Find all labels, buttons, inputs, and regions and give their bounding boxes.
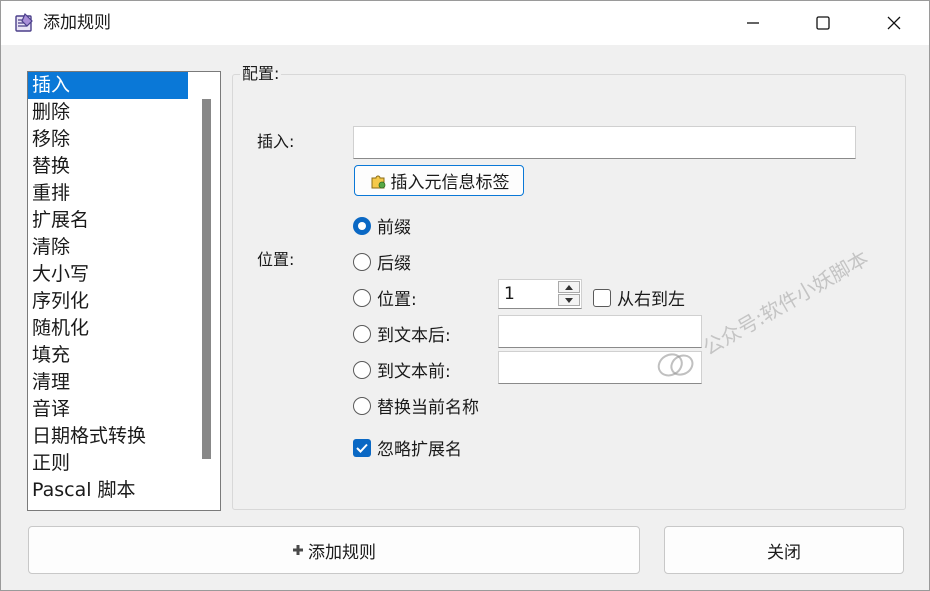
- position-radio[interactable]: [353, 288, 371, 307]
- position-option-label: 位置:: [377, 290, 417, 310]
- rule-list-item[interactable]: Pascal 脚本: [28, 477, 188, 504]
- rule-list-item[interactable]: 扩展名: [28, 207, 188, 234]
- chevron-down-icon: [565, 297, 573, 303]
- rule-list-item[interactable]: 清理: [28, 369, 188, 396]
- rule-list-item[interactable]: 填充: [28, 342, 188, 369]
- option-prefix[interactable]: 前缀: [353, 213, 411, 238]
- window-title: 添加规则: [43, 13, 111, 33]
- add-rule-label: 添加规则: [308, 542, 376, 563]
- spin-down-button[interactable]: [558, 294, 580, 306]
- rule-list-item[interactable]: 重排: [28, 180, 188, 207]
- title-bar: 添加规则: [1, 1, 929, 45]
- plus-icon: [292, 544, 304, 556]
- ignore-extension-checkbox[interactable]: [353, 438, 371, 457]
- right-to-left-option[interactable]: 从右到左: [593, 285, 685, 310]
- rule-list-item[interactable]: 随机化: [28, 315, 188, 342]
- maximize-icon: [816, 16, 830, 30]
- option-position[interactable]: 位置:: [353, 285, 417, 310]
- right-to-left-checkbox[interactable]: [593, 288, 611, 307]
- maximize-button[interactable]: [800, 1, 846, 45]
- list-scrollbar[interactable]: [202, 99, 211, 459]
- close-dialog-button[interactable]: 关闭: [664, 526, 904, 574]
- puzzle-icon: [369, 172, 387, 190]
- insert-label: 插入:: [257, 132, 295, 151]
- prefix-radio[interactable]: [353, 216, 371, 235]
- spin-up-button[interactable]: [558, 281, 580, 293]
- option-suffix[interactable]: 后缀: [353, 249, 411, 274]
- insert-meta-tag-button[interactable]: 插入元信息标签: [354, 165, 524, 196]
- config-group-label: 配置:: [240, 64, 282, 84]
- after-text-label: 到文本后:: [377, 326, 451, 346]
- minimize-icon: [747, 22, 759, 24]
- rule-list-item[interactable]: 删除: [28, 99, 188, 126]
- ignore-extension-option[interactable]: 忽略扩展名: [353, 435, 462, 460]
- insert-meta-tag-label: 插入元信息标签: [390, 173, 510, 193]
- rule-list-item[interactable]: 清除: [28, 234, 188, 261]
- replace-name-radio[interactable]: [353, 396, 371, 415]
- rule-list-item[interactable]: 大小写: [28, 261, 188, 288]
- option-after-text[interactable]: 到文本后:: [353, 321, 451, 346]
- rule-list-item[interactable]: 序列化: [28, 288, 188, 315]
- right-to-left-label: 从右到左: [617, 290, 685, 310]
- position-label: 位置:: [257, 250, 295, 269]
- position-spinner[interactable]: 1: [498, 279, 582, 309]
- rule-list-item[interactable]: 音译: [28, 396, 188, 423]
- replace-name-label: 替换当前名称: [377, 398, 479, 418]
- rule-list-item[interactable]: 移除: [28, 126, 188, 153]
- minimize-button[interactable]: [730, 1, 776, 45]
- add-rule-window: 添加规则 插入 删除 移除 替换 重排 扩展名 清除 大小写 序列化 随机化 填充 清理 音译 日期格式转…: [0, 0, 930, 591]
- close-button[interactable]: [871, 1, 917, 45]
- chevron-up-icon: [565, 284, 573, 290]
- after-text-radio[interactable]: [353, 324, 371, 343]
- add-rule-button[interactable]: 添加规则: [28, 526, 640, 574]
- app-icon: [13, 12, 35, 34]
- rule-list-item[interactable]: 正则: [28, 450, 188, 477]
- checkmark-icon: [356, 443, 368, 453]
- close-icon: [887, 16, 901, 30]
- before-text-radio[interactable]: [353, 360, 371, 379]
- insert-input[interactable]: [353, 126, 856, 159]
- rule-list-item[interactable]: 插入: [28, 72, 188, 99]
- ignore-extension-label: 忽略扩展名: [377, 440, 462, 460]
- option-replace-name[interactable]: 替换当前名称: [353, 393, 479, 418]
- suffix-label: 后缀: [377, 254, 411, 274]
- position-value: 1: [504, 284, 515, 304]
- rules-listbox[interactable]: 插入 删除 移除 替换 重排 扩展名 清除 大小写 序列化 随机化 填充 清理 音译 日期格式转换 正则 Pa…: [27, 71, 221, 511]
- suffix-radio[interactable]: [353, 252, 371, 271]
- before-text-input[interactable]: [498, 351, 702, 384]
- after-text-input[interactable]: [498, 315, 702, 348]
- before-text-label: 到文本前:: [377, 362, 451, 382]
- rule-list-item[interactable]: 替换: [28, 153, 188, 180]
- rule-list-item[interactable]: 日期格式转换: [28, 423, 188, 450]
- option-before-text[interactable]: 到文本前:: [353, 357, 451, 382]
- close-dialog-label: 关闭: [767, 542, 801, 563]
- prefix-label: 前缀: [377, 218, 411, 238]
